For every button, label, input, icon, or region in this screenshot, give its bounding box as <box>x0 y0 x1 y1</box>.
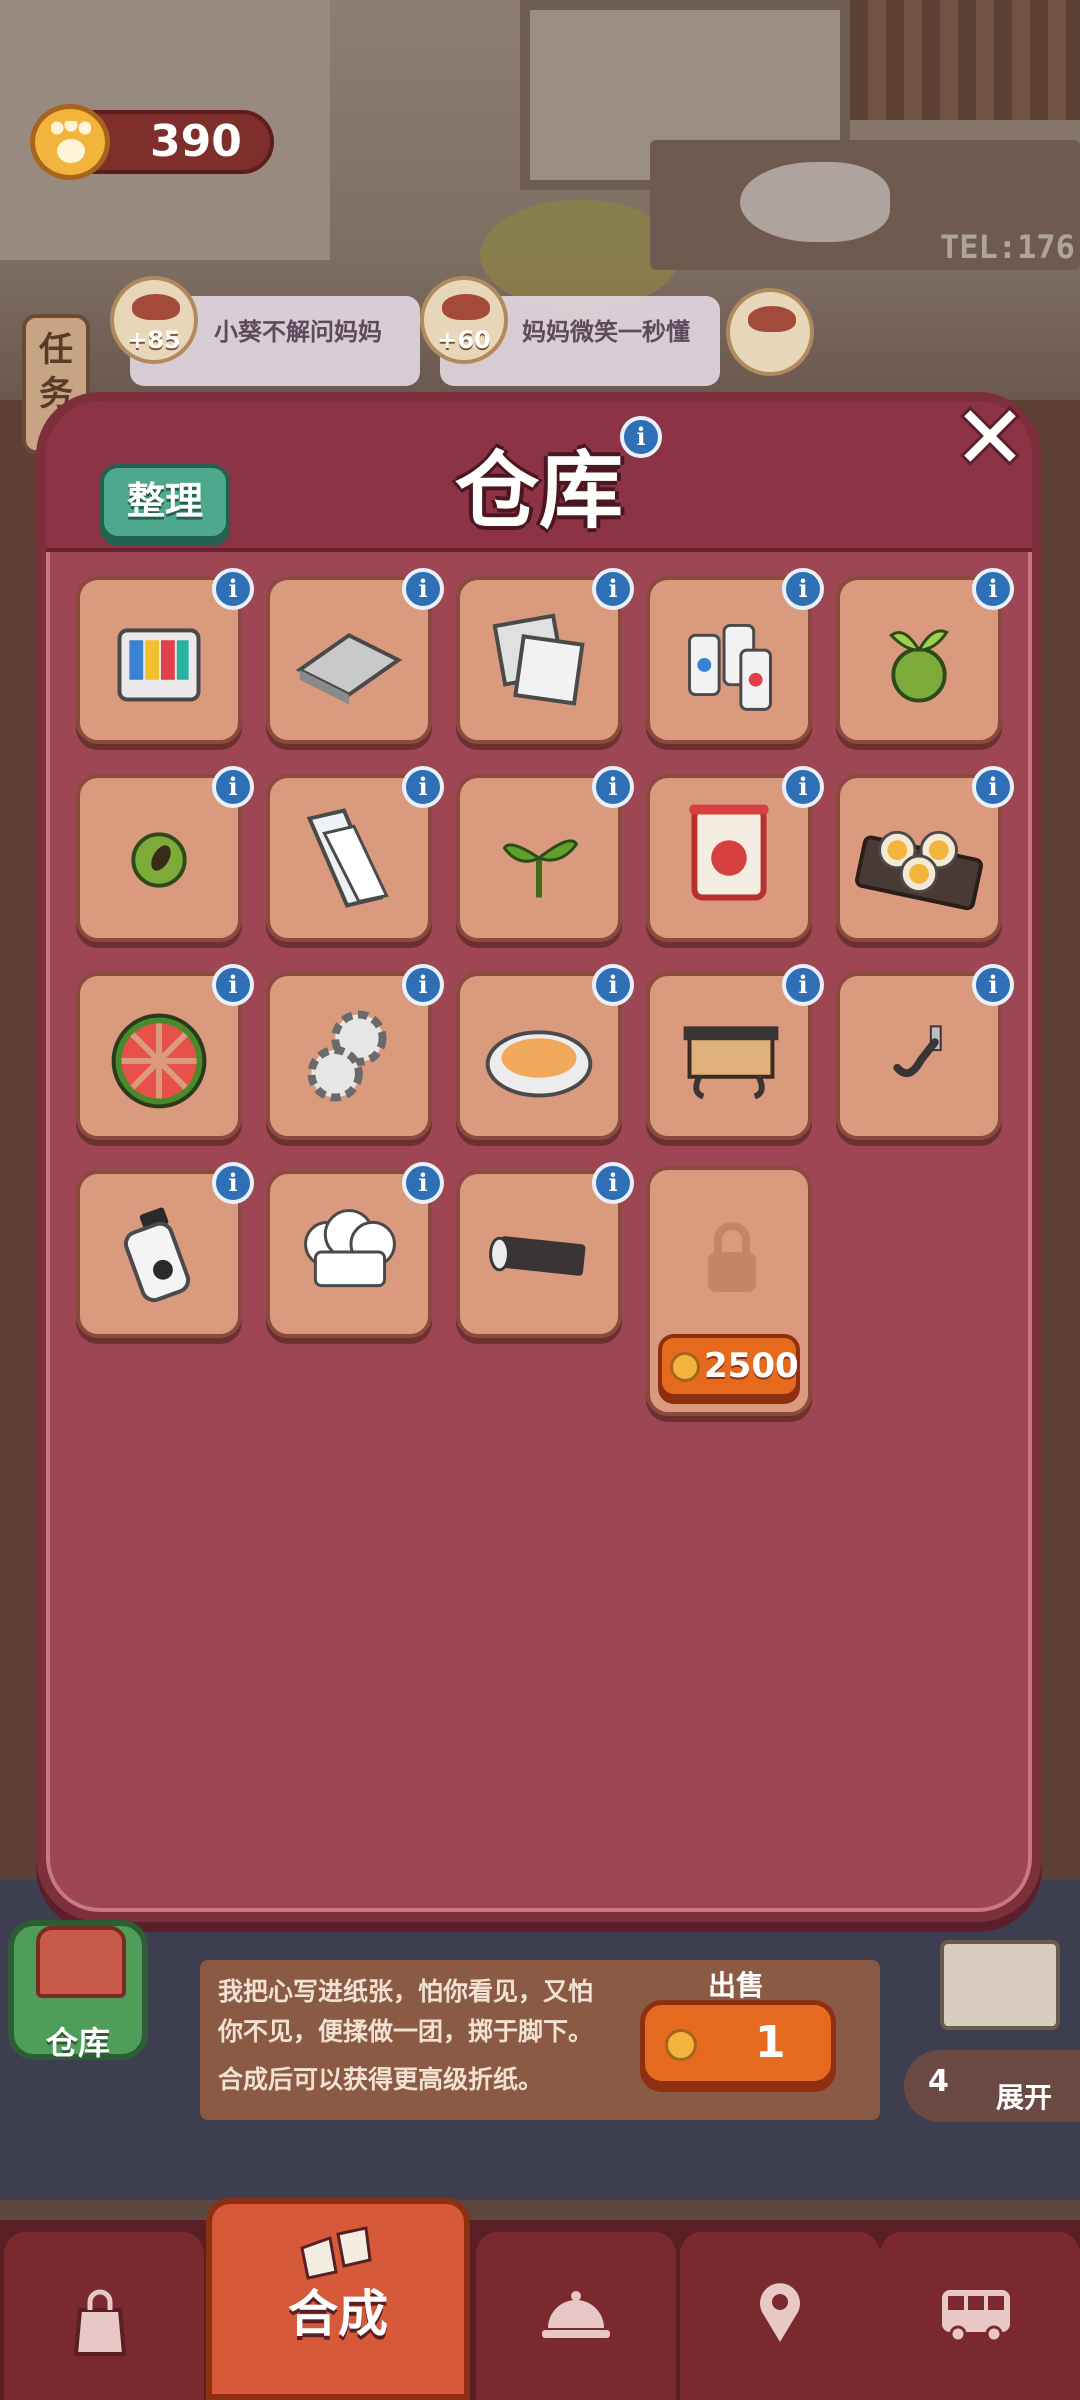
lock-icon <box>708 1222 756 1292</box>
service-bell-icon <box>542 2291 610 2338</box>
warehouse-slot[interactable]: i <box>836 568 1014 744</box>
item-info-icon[interactable]: i <box>592 568 634 610</box>
bottles-icon <box>688 623 772 711</box>
nav-bag[interactable] <box>4 2232 204 2400</box>
item-description-line: 你不见，便揉做一团，掷于脚下。 <box>218 2017 594 2046</box>
pudding-tray-icon <box>855 830 983 911</box>
warehouse-slot[interactable]: i <box>266 766 444 942</box>
warehouse-slot[interactable]: i <box>76 766 254 942</box>
nav-service[interactable] <box>476 2232 676 2400</box>
paw-coin-icon <box>665 2029 697 2061</box>
tea-leaf-icon <box>502 839 579 898</box>
warehouse-slot[interactable]: i <box>266 1162 444 1338</box>
nav-bus[interactable] <box>880 2232 1080 2400</box>
warehouse-box-icon <box>36 1926 126 1998</box>
sell-price: 1 <box>755 2017 786 2068</box>
paw-coin-icon <box>30 104 110 180</box>
paper-strips-icon <box>306 808 389 908</box>
paw-currency-value: 390 <box>150 116 242 167</box>
item-description: 我把心写进纸张，怕你看见，又怕 你不见，便揉做一团，掷于脚下。 <box>218 1972 618 2052</box>
warehouse-slot[interactable]: i <box>646 964 824 1140</box>
warehouse-slot[interactable]: i <box>456 568 634 744</box>
tea-scroll-icon <box>689 804 769 901</box>
warehouse-slot[interactable]: i <box>76 568 254 744</box>
warehouse-button[interactable]: 仓库 <box>8 1920 148 2062</box>
item-info-icon[interactable]: i <box>212 1162 254 1204</box>
warehouse-slot[interactable]: i <box>646 766 824 942</box>
crate-icon <box>940 1940 1060 2030</box>
bag-icon <box>73 2289 127 2356</box>
item-info-icon[interactable]: i <box>212 568 254 610</box>
task-title: 小葵不解问妈妈 <box>214 318 382 346</box>
warehouse-slot[interactable]: i <box>646 568 824 744</box>
warehouse-info-icon[interactable]: i <box>620 416 662 458</box>
chef-hat-icon <box>304 1209 396 1288</box>
item-info-icon[interactable]: i <box>782 964 824 1006</box>
seedling-icon <box>889 629 949 703</box>
paw-coin-icon <box>670 1352 700 1382</box>
rolled-bar-icon <box>489 1236 586 1276</box>
merge-hint: 合成后可以获得更高级折纸。 <box>218 2065 544 2094</box>
item-info-icon[interactable]: i <box>972 964 1014 1006</box>
close-icon[interactable]: ✕ <box>948 394 1032 482</box>
metal-plate-icon <box>295 633 403 705</box>
warehouse-slot[interactable]: i <box>76 1162 254 1338</box>
soup-bowl-icon <box>485 1030 593 1098</box>
item-description-line: 我把心写进纸张，怕你看见，又怕 <box>218 1977 594 2006</box>
sell-button[interactable]: 1 <box>640 2000 836 2086</box>
warehouse-slot[interactable]: i <box>266 964 444 1140</box>
nav-map[interactable] <box>680 2232 880 2400</box>
wall-hook-icon <box>893 1025 942 1078</box>
map-pin-icon <box>760 2283 800 2342</box>
item-info-icon[interactable]: i <box>592 1162 634 1204</box>
sell-label: 出售 <box>708 1969 765 2002</box>
glass-plates-icon <box>492 613 585 706</box>
item-info-icon[interactable]: i <box>402 568 444 610</box>
nav-merge-label: 合成 <box>288 2285 388 2343</box>
warehouse-slot[interactable]: i <box>266 568 444 744</box>
wall-shelf-icon <box>683 1026 779 1100</box>
item-info-icon[interactable]: i <box>972 766 1014 808</box>
item-info-icon[interactable]: i <box>782 766 824 808</box>
warehouse-slot[interactable]: i <box>456 964 634 1140</box>
item-info-icon[interactable]: i <box>592 766 634 808</box>
warehouse-button-label: 仓库 <box>45 2024 110 2062</box>
warehouse-slot[interactable]: i <box>836 964 1014 1140</box>
warehouse-slot[interactable]: i <box>456 1162 634 1338</box>
task-reward-badge: +60 <box>420 276 508 364</box>
sort-button[interactable]: 整理 <box>100 464 230 540</box>
bus-icon <box>942 2290 1010 2343</box>
unlock-price: 2500 <box>704 1346 799 1386</box>
item-info-icon[interactable]: i <box>592 964 634 1006</box>
expand-label: 展开 <box>996 2081 1053 2114</box>
warehouse-slot[interactable]: i <box>76 964 254 1140</box>
watermelon-slices-icon <box>111 1013 207 1109</box>
item-info-icon[interactable]: i <box>212 766 254 808</box>
task-reward-badge: +85 <box>110 276 198 364</box>
seed-icon <box>131 832 187 888</box>
printer-ink-icon <box>117 628 201 702</box>
grill-item-icon <box>726 288 814 376</box>
warehouse-slot[interactable]: i <box>836 766 1014 942</box>
item-info-icon[interactable]: i <box>972 568 1014 610</box>
item-info-icon[interactable]: i <box>402 1162 444 1204</box>
item-info-icon[interactable]: i <box>212 964 254 1006</box>
expand-count: 4 <box>928 2064 949 2099</box>
gears-icon <box>307 1010 387 1102</box>
warehouse-slot[interactable]: i <box>456 766 634 942</box>
task-title: 妈妈微笑一秒懂 <box>522 318 690 346</box>
locked-slot[interactable]: 2500 <box>646 1166 812 1416</box>
item-info-icon[interactable]: i <box>782 568 824 610</box>
item-info-icon[interactable]: i <box>402 964 444 1006</box>
unlock-slot-button[interactable]: 2500 <box>658 1334 800 1398</box>
medicine-bottle-icon <box>123 1207 191 1303</box>
item-info-icon[interactable]: i <box>402 766 444 808</box>
